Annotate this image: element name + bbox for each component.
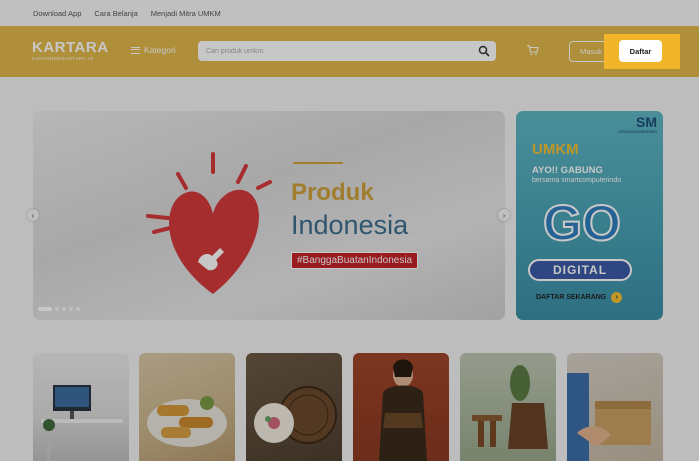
- download-app-link[interactable]: Download App: [33, 9, 81, 18]
- spring-roll-icon: [147, 396, 227, 447]
- cara-belanja-link[interactable]: Cara Belanja: [94, 9, 137, 18]
- hero-title-produk: Produk: [291, 179, 374, 206]
- promo-cta[interactable]: DAFTAR SEKARANG ›: [536, 292, 623, 303]
- heart-logo-icon: [146, 152, 272, 294]
- promo-banner[interactable]: SM smartcomputerindo UMKM AYO!! GABUNG b…: [516, 111, 663, 320]
- category-card-home[interactable]: [460, 353, 556, 461]
- search-input[interactable]: [206, 45, 466, 57]
- carousel-dot[interactable]: [62, 307, 66, 311]
- kategori-label: Kategori: [144, 45, 176, 55]
- fashion-model-icon: [379, 359, 427, 461]
- carousel-dot[interactable]: [76, 307, 80, 311]
- category-strip: [33, 353, 663, 461]
- carousel-dot[interactable]: [38, 307, 52, 311]
- menjadi-mitra-link[interactable]: Menjadi Mitra UMKM: [151, 9, 221, 18]
- hero-banner[interactable]: Produk Indonesia #BanggaBuatanIndonesia: [33, 111, 505, 320]
- kartara-logo[interactable]: KARTARA KARYANDESANTARA.ID: [32, 40, 109, 61]
- carousel-prev-button[interactable]: ‹: [27, 209, 39, 221]
- top-bar: Download App Cara Belanja Menjadi Mitra …: [0, 0, 699, 26]
- arrow-right-icon: ›: [611, 292, 623, 303]
- search-icon[interactable]: [478, 45, 490, 57]
- promo-cta-label: DAFTAR SEKARANG: [536, 294, 607, 301]
- cart-icon[interactable]: [526, 44, 539, 56]
- chevron-right-icon: ›: [502, 210, 506, 220]
- search-bar: [198, 41, 496, 61]
- carousel-next-button[interactable]: ›: [498, 209, 510, 221]
- promo-bersama: bersama smartcomputerindo: [532, 177, 622, 184]
- carousel-dot[interactable]: [55, 307, 59, 311]
- promo-brand-sub: smartcomputerindo: [618, 129, 657, 134]
- category-card-electronics[interactable]: [33, 353, 129, 461]
- hero-hashtag: #BanggaBuatanIndonesia: [291, 252, 419, 269]
- desk-computer-icon: [41, 385, 123, 461]
- rattan-bag-icon: [254, 386, 337, 444]
- kategori-button[interactable]: Kategori: [131, 45, 176, 55]
- promo-ayo: AYO!! GABUNG: [532, 165, 603, 176]
- menu-icon: [131, 46, 140, 54]
- promo-go: GO: [542, 194, 622, 252]
- category-card-fashion[interactable]: [353, 353, 449, 461]
- category-card-food[interactable]: [139, 353, 235, 461]
- hero-divider: [293, 162, 343, 164]
- package-box-icon: [567, 373, 651, 461]
- promo-umkm: UMKM: [532, 141, 579, 158]
- carousel-dots: [38, 307, 80, 311]
- logo-sub-text: KARYANDESANTARA.ID: [32, 56, 94, 61]
- daftar-button[interactable]: Daftar: [619, 40, 662, 62]
- promo-digital: DIGITAL: [528, 259, 632, 281]
- main-header: KARTARA KARYANDESANTARA.ID Kategori Masu…: [0, 26, 699, 77]
- promo-brand: SM: [636, 114, 657, 130]
- chevron-left-icon: ‹: [31, 210, 35, 220]
- logo-main-text: KARTARA: [32, 39, 109, 56]
- hero-title-indonesia: Indonesia: [291, 210, 409, 240]
- wooden-furniture-icon: [472, 365, 548, 449]
- carousel-dot[interactable]: [69, 307, 73, 311]
- category-card-crafts[interactable]: [246, 353, 342, 461]
- category-card-delivery[interactable]: [567, 353, 663, 461]
